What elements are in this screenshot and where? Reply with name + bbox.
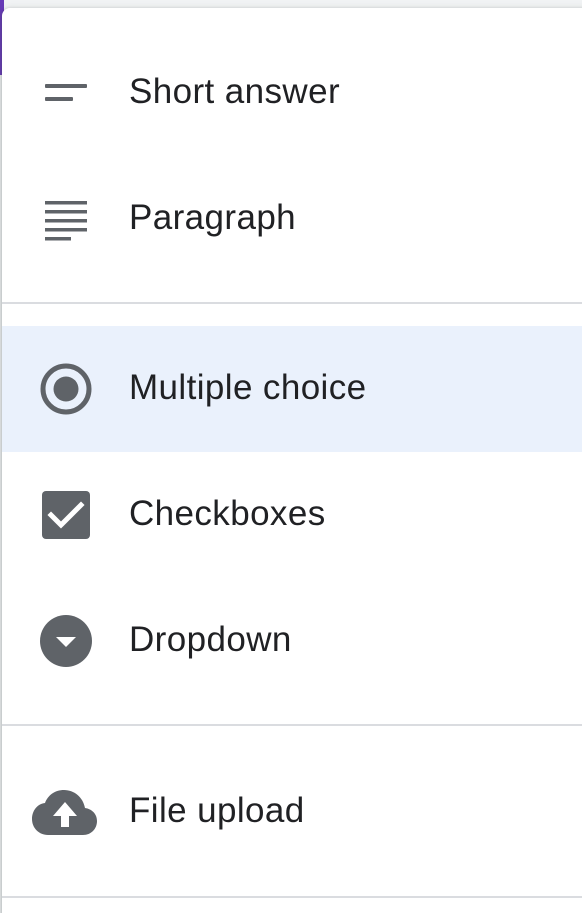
menu-item-label: Short answer xyxy=(129,72,341,112)
menu-item-short-answer[interactable]: Short answer xyxy=(2,30,582,156)
paragraph-icon xyxy=(38,191,94,247)
menu-divider xyxy=(2,896,582,898)
menu-item-label: File upload xyxy=(129,791,305,831)
menu-item-label: Checkboxes xyxy=(129,494,326,534)
menu-item-label: Multiple choice xyxy=(129,368,367,408)
menu-item-file-upload[interactable]: File upload xyxy=(2,749,582,875)
dropdown-icon xyxy=(38,613,94,669)
radio-button-icon xyxy=(38,361,94,417)
form-editor-background: Short answer Paragraph Multiple choice C… xyxy=(0,0,582,913)
menu-item-dropdown[interactable]: Dropdown xyxy=(2,578,582,704)
menu-divider xyxy=(2,724,582,726)
menu-item-multiple-choice[interactable]: Multiple choice xyxy=(2,326,582,452)
cloud-upload-icon xyxy=(32,786,98,842)
menu-item-paragraph[interactable]: Paragraph xyxy=(2,156,582,282)
menu-item-label: Paragraph xyxy=(129,198,297,238)
menu-item-checkboxes[interactable]: Checkboxes xyxy=(2,452,582,578)
question-type-menu: Short answer Paragraph Multiple choice C… xyxy=(2,8,582,913)
menu-divider xyxy=(2,302,582,304)
menu-item-label: Dropdown xyxy=(129,620,292,660)
checkbox-icon xyxy=(38,487,94,543)
short-answer-icon xyxy=(38,65,94,121)
